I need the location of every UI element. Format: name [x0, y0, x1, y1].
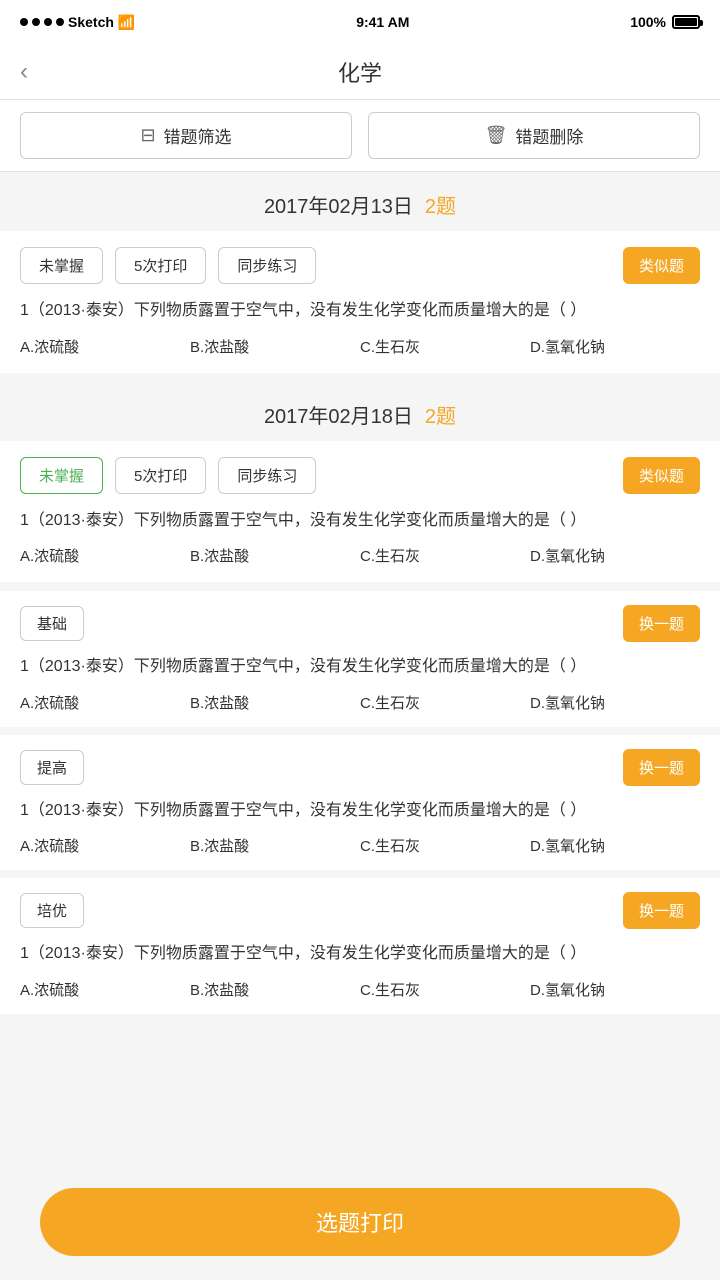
filter-label: 错题筛选 — [164, 123, 232, 148]
question-actions-2: 未掌握 5次打印 同步练习 类似题 — [20, 457, 700, 494]
app-name: Sketch — [68, 14, 114, 30]
status-left: Sketch 📶 — [20, 14, 135, 31]
sub-header-basic: 基础 换一题 — [20, 605, 700, 642]
print-btn-2[interactable]: 5次打印 — [115, 457, 206, 494]
question-card-2: 未掌握 5次打印 同步练习 类似题 1（2013·泰安）下列物质露置于空气中，没… — [0, 441, 720, 583]
date-header-2: 2017年02月18日 2题 — [0, 382, 720, 441]
advanced-question-options: A.浓硫酸 B.浓盐酸 C.生石灰 D.氢氧化钠 — [20, 835, 700, 856]
battery-icon — [672, 15, 700, 29]
back-arrow-icon: ‹ — [20, 58, 28, 86]
date-text-1: 2017年02月13日 — [264, 190, 413, 219]
similar-btn-1[interactable]: 类似题 — [623, 247, 700, 284]
basic-opt-a: A.浓硫酸 — [20, 692, 190, 713]
sub-header-elite: 培优 换一题 — [20, 892, 700, 929]
delete-label: 错题删除 — [515, 123, 583, 148]
question-card-1: 未掌握 5次打印 同步练习 类似题 1（2013·泰安）下列物质露置于空气中，没… — [0, 231, 720, 373]
opt-b-2: B.浓盐酸 — [190, 545, 360, 566]
sub-section-elite: 培优 换一题 1（2013·泰安）下列物质露置于空气中，没有发生化学变化而质量增… — [0, 870, 720, 1014]
wifi-icon: 📶 — [118, 14, 135, 31]
elite-opt-a: A.浓硫酸 — [20, 979, 190, 1000]
elite-opt-d: D.氢氧化钠 — [530, 979, 700, 1000]
bottom-bar: 选题打印 — [0, 1172, 720, 1280]
unmastered-btn-1[interactable]: 未掌握 — [20, 247, 103, 284]
question-text-2: 1（2013·泰安）下列物质露置于空气中，没有发生化学变化而质量增大的是（ ） — [20, 508, 700, 534]
question-options-1: A.浓硫酸 B.浓盐酸 C.生石灰 D.氢氧化钠 — [20, 336, 700, 357]
filter-button[interactable]: ⊟ 错题筛选 — [20, 112, 352, 159]
elite-question-text: 1（2013·泰安）下列物质露置于空气中，没有发生化学变化而质量增大的是（ ） — [20, 941, 700, 967]
opt-c-2: C.生石灰 — [360, 545, 530, 566]
opt-d-2: D.氢氧化钠 — [530, 545, 700, 566]
question-actions-1: 未掌握 5次打印 同步练习 类似题 — [20, 247, 700, 284]
signal-dots — [20, 18, 64, 26]
date-section-1: 2017年02月13日 2题 未掌握 5次打印 同步练习 类似题 1（2013·… — [0, 172, 720, 373]
date-text-2: 2017年02月18日 — [264, 400, 413, 429]
back-button[interactable]: ‹ — [20, 58, 28, 86]
basic-opt-b: B.浓盐酸 — [190, 692, 360, 713]
sub-section-advanced: 提高 换一题 1（2013·泰安）下列物质露置于空气中，没有发生化学变化而质量增… — [0, 727, 720, 871]
date-section-2: 2017年02月18日 2题 未掌握 5次打印 同步练习 类似题 1（2013·… — [0, 382, 720, 1014]
swap-btn-basic[interactable]: 换一题 — [623, 605, 700, 642]
date-count-2: 2题 — [425, 400, 456, 429]
basic-question-text: 1（2013·泰安）下列物质露置于空气中，没有发生化学变化而质量增大的是（ ） — [20, 654, 700, 680]
elite-question-options: A.浓硫酸 B.浓盐酸 C.生石灰 D.氢氧化钠 — [20, 979, 700, 1000]
delete-button[interactable]: 🗑 错题删除 — [368, 112, 700, 159]
sub-header-advanced: 提高 换一题 — [20, 749, 700, 786]
page-title: 化学 — [338, 56, 382, 88]
sync-btn-1[interactable]: 同步练习 — [218, 247, 316, 284]
advanced-tag: 提高 — [20, 750, 84, 785]
print-btn-1[interactable]: 5次打印 — [115, 247, 206, 284]
date-header-1: 2017年02月13日 2题 — [0, 172, 720, 231]
adv-opt-c: C.生石灰 — [360, 835, 530, 856]
sub-section-basic: 基础 换一题 1（2013·泰安）下列物质露置于空气中，没有发生化学变化而质量增… — [0, 583, 720, 727]
question-text-1: 1（2013·泰安）下列物质露置于空气中，没有发生化学变化而质量增大的是（ ） — [20, 298, 700, 324]
battery-label: 100% — [630, 14, 666, 30]
basic-tag: 基础 — [20, 606, 84, 641]
question-options-2: A.浓硫酸 B.浓盐酸 C.生石灰 D.氢氧化钠 — [20, 545, 700, 566]
similar-btn-2[interactable]: 类似题 — [623, 457, 700, 494]
basic-opt-c: C.生石灰 — [360, 692, 530, 713]
adv-opt-a: A.浓硫酸 — [20, 835, 190, 856]
option-c-1: C.生石灰 — [360, 336, 530, 357]
print-button[interactable]: 选题打印 — [40, 1188, 680, 1256]
option-b-1: B.浓盐酸 — [190, 336, 360, 357]
trash-icon: 🗑 — [485, 125, 508, 146]
nav-bar: ‹ 化学 — [0, 44, 720, 100]
option-a-1: A.浓硫酸 — [20, 336, 190, 357]
section-separator — [0, 374, 720, 382]
option-d-1: D.氢氧化钠 — [530, 336, 700, 357]
toolbar: ⊟ 错题筛选 🗑 错题删除 — [0, 100, 720, 172]
content: 2017年02月13日 2题 未掌握 5次打印 同步练习 类似题 1（2013·… — [0, 172, 720, 1114]
opt-a-2: A.浓硫酸 — [20, 545, 190, 566]
basic-opt-d: D.氢氧化钠 — [530, 692, 700, 713]
elite-opt-b: B.浓盐酸 — [190, 979, 360, 1000]
swap-btn-elite[interactable]: 换一题 — [623, 892, 700, 929]
date-count-1: 2题 — [425, 190, 456, 219]
status-bar: Sketch 📶 9:41 AM 100% — [0, 0, 720, 44]
status-right: 100% — [630, 14, 700, 30]
sync-btn-2[interactable]: 同步练习 — [218, 457, 316, 494]
swap-btn-advanced[interactable]: 换一题 — [623, 749, 700, 786]
elite-tag: 培优 — [20, 893, 84, 928]
filter-icon: ⊟ — [140, 125, 155, 146]
adv-opt-d: D.氢氧化钠 — [530, 835, 700, 856]
elite-opt-c: C.生石灰 — [360, 979, 530, 1000]
advanced-question-text: 1（2013·泰安）下列物质露置于空气中，没有发生化学变化而质量增大的是（ ） — [20, 798, 700, 824]
adv-opt-b: B.浓盐酸 — [190, 835, 360, 856]
status-time: 9:41 AM — [356, 14, 409, 30]
unmastered-btn-2[interactable]: 未掌握 — [20, 457, 103, 494]
basic-question-options: A.浓硫酸 B.浓盐酸 C.生石灰 D.氢氧化钠 — [20, 692, 700, 713]
